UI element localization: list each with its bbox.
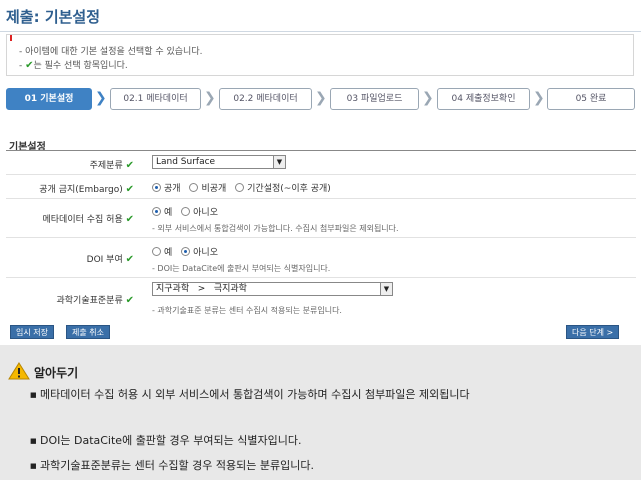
row-standard: 과학기술표준분류 ✔ 지구과학 > 극지과학 ▼ - 과학기술표준 분류는 센터 … bbox=[6, 278, 636, 320]
check-icon: ✔ bbox=[125, 160, 134, 171]
standard-select[interactable]: 지구과학 > 극지과학 ▼ bbox=[152, 282, 393, 296]
harvest-help: - 외부 서비스에서 통합검색이 가능합니다. 수집시 첨부파일은 제외됩니다. bbox=[152, 224, 399, 233]
info-bullet-1: 메타데이터 수집 허용 시 외부 서비스에서 통합검색이 가능하며 수집시 첨부… bbox=[30, 386, 630, 404]
step-basic-settings[interactable]: 01 기본설정 bbox=[6, 88, 92, 110]
warning-icon bbox=[8, 362, 30, 383]
embargo-option-public[interactable]: 공개 bbox=[152, 183, 181, 194]
embargo-option-period[interactable]: 기간설정(~이후 공개) bbox=[235, 183, 331, 194]
doi-help: - DOI는 DataCite에 출판시 부여되는 식별자입니다. bbox=[152, 264, 331, 273]
doi-label-text: DOI 부여 bbox=[86, 255, 123, 265]
chevron-right-icon: ❯ bbox=[422, 90, 434, 106]
embargo-label-text: 공개 금지(Embargo) bbox=[39, 185, 123, 195]
radio-button[interactable] bbox=[181, 207, 191, 216]
doi-option-yes-label: 예 bbox=[164, 248, 173, 258]
chevron-right-icon: ❯ bbox=[95, 90, 107, 106]
temp-save-button[interactable]: 임시 저장 bbox=[10, 325, 54, 339]
step-metadata-2[interactable]: 02.2 메타데이터 bbox=[219, 88, 312, 110]
next-step-button[interactable]: 다음 단계 > bbox=[566, 325, 620, 339]
embargo-option-public-label: 공개 bbox=[164, 184, 181, 194]
subject-select-value: Land Surface bbox=[156, 157, 216, 167]
notice-line-2: - ✔는 필수 선택 항목입니다. bbox=[19, 58, 128, 71]
harvest-option-no-label: 아니오 bbox=[193, 208, 218, 218]
standard-select-value: 지구과학 > 극지과학 bbox=[156, 284, 247, 294]
info-panel: 알아두기 메타데이터 수집 허용 시 외부 서비스에서 통합검색이 가능하며 수… bbox=[0, 345, 641, 480]
embargo-option-private[interactable]: 비공개 bbox=[189, 183, 227, 194]
radio-button[interactable] bbox=[152, 183, 161, 192]
info-bullet-3: 과학기술표준분류는 센터 수집할 경우 적용되는 분류입니다. bbox=[30, 457, 630, 475]
harvest-option-yes-label: 예 bbox=[164, 208, 173, 218]
chevron-down-icon: ▼ bbox=[273, 156, 285, 168]
check-icon: ✔ bbox=[125, 254, 134, 265]
row-harvest: 메타데이터 수집 허용 ✔ 예 아니오 - 외부 서비스에서 통합검색이 가능합… bbox=[6, 199, 636, 238]
info-bullet-2: DOI는 DataCite에 출판할 경우 부여되는 식별자입니다. bbox=[30, 432, 630, 450]
page-title: 제출: 기본설정 bbox=[6, 8, 101, 26]
embargo-option-period-label: 기간설정(~이후 공개) bbox=[247, 184, 331, 194]
chevron-right-icon: ❯ bbox=[533, 90, 545, 106]
check-icon: ✔ bbox=[125, 184, 134, 195]
standard-label-text: 과학기술표준분류 bbox=[56, 296, 123, 306]
radio-button[interactable] bbox=[189, 183, 199, 192]
check-icon: ✔ bbox=[125, 214, 134, 225]
step-complete[interactable]: 05 완료 bbox=[547, 88, 635, 110]
standard-help: - 과학기술표준 분류는 센터 수집시 적용되는 분류입니다. bbox=[152, 306, 342, 315]
chevron-down-icon: ▼ bbox=[380, 283, 392, 295]
chevron-right-icon: ❯ bbox=[315, 90, 327, 106]
doi-field: 예 아니오 bbox=[152, 245, 224, 258]
standard-field: 지구과학 > 극지과학 ▼ bbox=[152, 282, 393, 296]
radio-button[interactable] bbox=[235, 183, 245, 192]
check-icon: ✔ bbox=[25, 60, 34, 71]
title-divider bbox=[0, 31, 641, 32]
notice-line-2-text: 는 필수 선택 항목입니다. bbox=[33, 61, 128, 71]
row-doi: DOI 부여 ✔ 예 아니오 - DOI는 DataCite에 출판시 부여되는… bbox=[6, 238, 636, 278]
notice-box: - 아이템에 대한 기본 설정을 선택할 수 있습니다. - ✔는 필수 선택 … bbox=[6, 34, 634, 76]
step-file-upload[interactable]: 03 파일업로드 bbox=[330, 88, 419, 110]
row-subject: 주제분류 ✔ Land Surface ▼ bbox=[6, 151, 636, 175]
subject-label-text: 주제분류 bbox=[89, 161, 123, 171]
harvest-option-no[interactable]: 아니오 bbox=[181, 207, 218, 218]
row-embargo: 공개 금지(Embargo) ✔ 공개 비공개 기간설정(~이후 공개) bbox=[6, 175, 636, 199]
subject-select[interactable]: Land Surface ▼ bbox=[152, 155, 286, 169]
harvest-label: 메타데이터 수집 허용 ✔ bbox=[42, 212, 134, 225]
chevron-right-icon: ❯ bbox=[204, 90, 216, 106]
notice-line-1: - 아이템에 대한 기본 설정을 선택할 수 있습니다. bbox=[19, 47, 203, 57]
radio-button[interactable] bbox=[152, 207, 161, 216]
embargo-label: 공개 금지(Embargo) ✔ bbox=[39, 182, 134, 195]
embargo-field: 공개 비공개 기간설정(~이후 공개) bbox=[152, 181, 337, 194]
step-metadata-1[interactable]: 02.1 메타데이터 bbox=[110, 88, 201, 110]
check-icon: ✔ bbox=[125, 295, 134, 306]
subject-field: Land Surface ▼ bbox=[152, 155, 286, 169]
info-heading: 알아두기 bbox=[34, 366, 79, 380]
embargo-option-private-label: 비공개 bbox=[201, 184, 227, 194]
doi-option-no-label: 아니오 bbox=[193, 248, 218, 258]
cancel-submission-button[interactable]: 제출 취소 bbox=[66, 325, 110, 339]
radio-button[interactable] bbox=[152, 247, 161, 256]
harvest-option-yes[interactable]: 예 bbox=[152, 207, 173, 218]
harvest-label-text: 메타데이터 수집 허용 bbox=[42, 215, 123, 225]
step-navigation: 01 기본설정 ❯ 02.1 메타데이터 ❯ 02.2 메타데이터 ❯ 03 파… bbox=[6, 88, 636, 110]
doi-option-no[interactable]: 아니오 bbox=[181, 247, 218, 258]
radio-button[interactable] bbox=[181, 247, 191, 256]
subject-label: 주제분류 ✔ bbox=[90, 158, 134, 171]
doi-option-yes[interactable]: 예 bbox=[152, 247, 173, 258]
standard-label: 과학기술표준분류 ✔ bbox=[56, 293, 134, 306]
harvest-field: 예 아니오 bbox=[152, 205, 224, 218]
notice-marker bbox=[10, 35, 12, 41]
doi-label: DOI 부여 ✔ bbox=[87, 252, 134, 265]
step-submit-review[interactable]: 04 제출정보확인 bbox=[437, 88, 530, 110]
